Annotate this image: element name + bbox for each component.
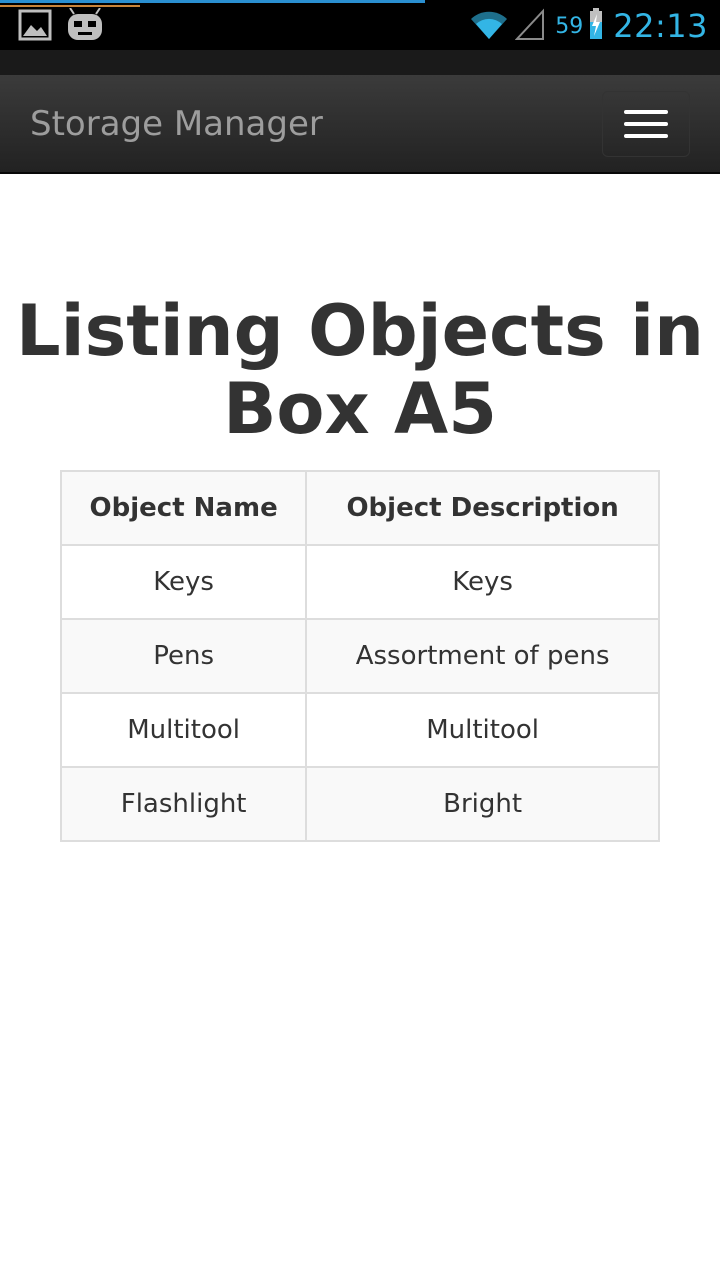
- column-header-object-description: Object Description: [305, 470, 660, 546]
- notification-icons: [18, 7, 104, 46]
- battery-charging-icon: [589, 8, 603, 44]
- app-navbar: Storage Manager: [0, 75, 720, 174]
- battery-level: 59: [555, 13, 584, 39]
- page-title: Listing Objects in Box A5: [16, 290, 704, 450]
- object-name-cell: Keys: [59, 544, 308, 620]
- hamburger-menu-icon: [624, 110, 668, 114]
- hamburger-menu-icon: [624, 122, 668, 126]
- system-icons: 59 22:13: [469, 6, 708, 46]
- column-header-object-name: Object Name: [59, 470, 308, 546]
- object-description-cell: Multitool: [305, 692, 660, 768]
- cyanogen-mascot-icon[interactable]: [66, 7, 104, 46]
- download-progress-line: [0, 0, 425, 3]
- object-name-cell: Pens: [59, 618, 308, 694]
- objects-table: Object Name Object Description Keys Keys…: [59, 470, 660, 842]
- object-name-cell: Flashlight: [59, 766, 308, 842]
- secondary-progress-line: [0, 5, 140, 7]
- object-description-cell: Bright: [305, 766, 660, 842]
- hamburger-menu-icon: [624, 134, 668, 138]
- status-bar-spacer: [0, 50, 720, 75]
- table-row: Flashlight Bright: [59, 766, 660, 842]
- status-bar: 59 22:13: [0, 0, 720, 50]
- table-row: Pens Assortment of pens: [59, 618, 660, 694]
- navbar-brand[interactable]: Storage Manager: [30, 104, 323, 144]
- cell-signal-icon: [514, 7, 545, 45]
- clock: 22:13: [613, 7, 708, 45]
- object-name-cell: Multitool: [59, 692, 308, 768]
- table-row: Keys Keys: [59, 544, 660, 620]
- object-description-cell: Keys: [305, 544, 660, 620]
- wifi-icon: [469, 7, 509, 45]
- image-notification-icon[interactable]: [18, 8, 52, 46]
- table-header-row: Object Name Object Description: [59, 470, 660, 546]
- object-description-cell: Assortment of pens: [305, 618, 660, 694]
- table-row: Multitool Multitool: [59, 692, 660, 768]
- menu-toggle-button[interactable]: [602, 91, 690, 157]
